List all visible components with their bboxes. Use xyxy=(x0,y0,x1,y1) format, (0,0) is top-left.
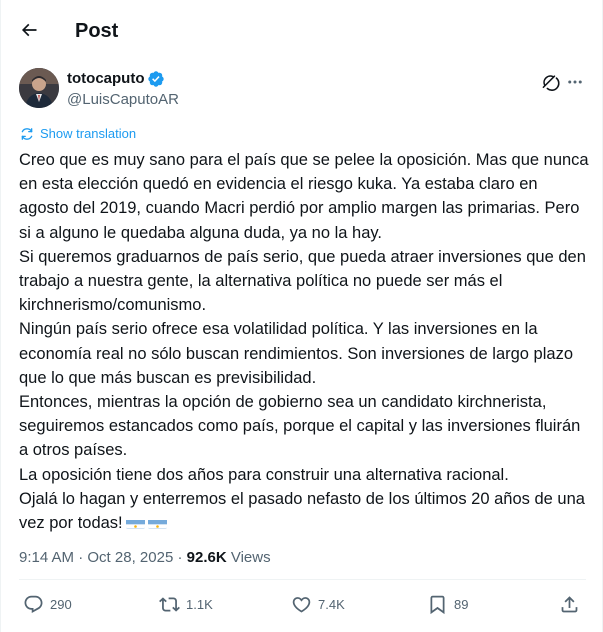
author-name-row[interactable]: totocaputo xyxy=(67,69,165,89)
reply-button[interactable]: 290 xyxy=(23,594,72,615)
avatar[interactable] xyxy=(19,68,59,108)
tweet-text: Creo que es muy sano para el país que se… xyxy=(19,148,589,535)
argentina-flag-icon xyxy=(147,516,167,530)
tweet-paragraph: Entonces, mientras la opción de gobierno… xyxy=(19,393,581,460)
author-name[interactable]: totocaputo xyxy=(67,69,144,89)
grok-icon xyxy=(542,74,560,91)
bookmark-button[interactable]: 89 xyxy=(427,594,468,615)
back-button[interactable] xyxy=(11,12,47,48)
meta-separator: · xyxy=(78,549,84,566)
reply-icon xyxy=(24,595,43,613)
more-options-button[interactable] xyxy=(561,68,589,96)
tweet-paragraph: Creo que es muy sano para el país que se… xyxy=(19,151,589,242)
tweet-paragraph: Si queremos graduarnos de país serio, qu… xyxy=(19,247,586,315)
bookmark-count: 89 xyxy=(454,596,469,612)
like-count: 7.4K xyxy=(318,596,345,612)
avatar-image xyxy=(19,68,59,108)
arrow-left-icon xyxy=(21,23,37,37)
retweet-icon xyxy=(159,597,180,612)
heart-icon xyxy=(292,597,311,613)
tweet-paragraph: La oposición tiene dos años para constru… xyxy=(19,465,509,484)
divider xyxy=(19,579,586,580)
views-label: Views xyxy=(230,549,271,566)
show-translation-link[interactable]: Show translation xyxy=(20,126,136,142)
tweet-paragraph-last: Ojalá lo hagan y enterremos el pasado ne… xyxy=(19,487,589,535)
argentina-flag-icon xyxy=(125,516,145,530)
verified-badge-icon xyxy=(147,70,165,88)
post-time[interactable]: 9:14 AM xyxy=(19,549,74,566)
views-count: 92.6K xyxy=(186,549,227,566)
grok-button[interactable] xyxy=(536,68,564,96)
tweet-paragraph-text: Ojalá lo hagan y enterremos el pasado ne… xyxy=(19,489,585,533)
top-header: Post xyxy=(1,0,603,60)
translate-icon xyxy=(21,128,33,140)
post-container: Post totocaputo @LuisCaputoAR Show trans… xyxy=(0,0,603,632)
page-title: Post xyxy=(75,20,119,42)
meta-separator: · xyxy=(177,549,183,566)
share-icon xyxy=(561,596,578,613)
post-meta: 9:14 AM · Oct 28, 2025 · 92.6K Views xyxy=(19,548,271,568)
like-button[interactable]: 7.4K xyxy=(291,594,345,615)
reply-count: 290 xyxy=(50,596,72,612)
post-date[interactable]: Oct 28, 2025 xyxy=(87,549,173,566)
tweet-paragraph: Ningún país serio ofrece esa volatilidad… xyxy=(19,320,573,387)
show-translation-label[interactable]: Show translation xyxy=(40,126,136,142)
author-handle[interactable]: @LuisCaputoAR xyxy=(67,90,179,110)
retweet-button[interactable]: 1.1K xyxy=(159,594,213,615)
share-button[interactable] xyxy=(559,594,580,615)
bookmark-icon xyxy=(430,595,445,615)
retweet-count: 1.1K xyxy=(186,596,213,612)
more-horizontal-icon xyxy=(568,80,582,84)
